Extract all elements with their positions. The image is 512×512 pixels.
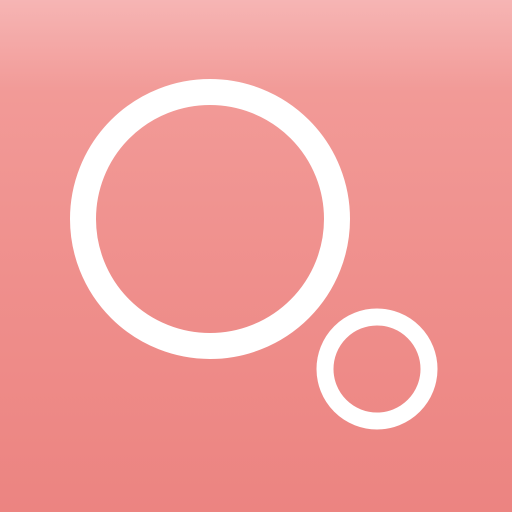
two-rings-logo-icon	[70, 79, 438, 430]
large-ring-icon	[70, 79, 350, 359]
app-icon	[0, 0, 512, 512]
small-ring-icon	[316, 308, 438, 430]
